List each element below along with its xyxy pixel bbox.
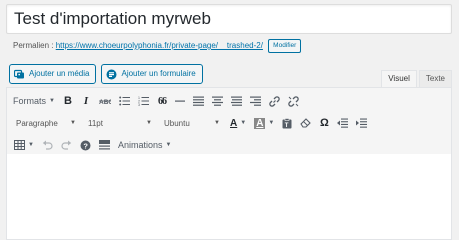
background-color-icon: A: [254, 117, 266, 129]
toolbar-row-1: Formats ▼ B I ABC 123 66: [11, 90, 447, 112]
paragraph-format-select[interactable]: Paragraphe ▼: [11, 114, 81, 132]
align-justify-button[interactable]: [228, 91, 245, 111]
chevron-down-icon: ▼: [146, 120, 152, 126]
editor-content-area[interactable]: [7, 154, 451, 239]
align-justify-icon: [230, 96, 242, 106]
link-icon: [269, 95, 280, 107]
italic-button[interactable]: I: [78, 91, 94, 111]
table-icon: [14, 140, 25, 150]
outdent-icon: [337, 118, 349, 128]
chevron-down-icon: ▼: [214, 120, 220, 126]
font-family-value: Ubuntu: [164, 118, 190, 128]
strikethrough-icon: ABC: [98, 99, 111, 106]
editor-toolbar: Formats ▼ B I ABC 123 66 Paragraphe ▼ 11…: [7, 88, 451, 159]
insert-link-button[interactable]: [266, 91, 283, 111]
redo-button[interactable]: [58, 135, 75, 155]
quote-icon: 66: [157, 95, 167, 107]
chevron-down-icon: ▼: [165, 142, 172, 148]
blockquote-button[interactable]: 66: [154, 91, 170, 111]
media-icon: [14, 69, 25, 80]
post-title-input[interactable]: Test d'importation myrweb: [6, 4, 452, 34]
font-family-select[interactable]: Ubuntu ▼: [159, 114, 225, 132]
kitchen-sink-icon: [98, 140, 110, 150]
chevron-down-icon: ▼: [240, 120, 247, 126]
bullet-list-icon: [119, 96, 130, 106]
add-media-button[interactable]: Ajouter un média: [9, 64, 97, 84]
svg-text:T: T: [285, 123, 289, 129]
table-button[interactable]: ▼: [11, 135, 37, 155]
font-color-button[interactable]: A ▼: [227, 113, 249, 133]
permalink-link[interactable]: https://www.choeurpolyphonia.fr/private-…: [56, 41, 263, 50]
editor-tabs: Visuel Texte: [381, 70, 452, 88]
svg-text:3: 3: [138, 103, 140, 106]
unlink-icon: [288, 95, 299, 107]
tab-text[interactable]: Texte: [418, 70, 452, 88]
paragraph-select-value: Paragraphe: [16, 118, 58, 128]
undo-button[interactable]: [39, 135, 56, 155]
permalink-row: Permalien : https://www.choeurpolyphonia…: [13, 38, 302, 54]
omega-icon: Ω: [319, 117, 329, 129]
remove-link-button[interactable]: [285, 91, 302, 111]
bullet-list-button[interactable]: [116, 91, 133, 111]
font-size-value: 11pt: [88, 118, 103, 128]
tab-visual[interactable]: Visuel: [381, 70, 417, 88]
horizontal-line-button[interactable]: [172, 91, 188, 111]
add-form-button[interactable]: Ajouter un formulaire: [101, 64, 203, 84]
align-right-button[interactable]: [247, 91, 264, 111]
bold-button[interactable]: B: [60, 91, 76, 111]
svg-text:?: ?: [83, 141, 88, 150]
redo-icon: [61, 140, 72, 150]
eraser-icon: [300, 118, 312, 128]
clear-formatting-button[interactable]: [297, 113, 314, 133]
paste-as-text-button[interactable]: T: [279, 113, 295, 133]
align-left-icon: [192, 96, 204, 106]
toolbar-row-2: Paragraphe ▼ 11pt ▼ Ubuntu ▼ A ▼ A ▼ T Ω: [11, 112, 447, 134]
editor-container: Formats ▼ B I ABC 123 66 Paragraphe ▼ 11…: [6, 87, 452, 240]
align-center-icon: [211, 96, 223, 106]
outdent-button[interactable]: [334, 113, 351, 133]
toolbar-toggle-button[interactable]: [96, 135, 113, 155]
chevron-down-icon: ▼: [268, 120, 275, 126]
add-form-label: Ajouter un formulaire: [121, 69, 196, 78]
undo-icon: [42, 140, 53, 150]
font-size-select[interactable]: 11pt ▼: [83, 114, 157, 132]
media-buttons: Ajouter un média Ajouter un formulaire: [9, 64, 203, 84]
toolbar-row-3: ▼ ? Animations ▼: [11, 134, 447, 156]
formats-dropdown[interactable]: Formats ▼: [11, 91, 58, 111]
font-color-icon: A: [230, 117, 238, 129]
paste-text-icon: T: [282, 117, 292, 129]
chevron-down-icon: ▼: [28, 142, 34, 148]
align-left-button[interactable]: [190, 91, 207, 111]
align-right-icon: [249, 96, 261, 106]
numbered-list-button[interactable]: 123: [135, 91, 152, 111]
indent-icon: [356, 118, 368, 128]
svg-text:ABC: ABC: [99, 99, 111, 106]
help-icon: ?: [80, 140, 91, 150]
horizontal-line-icon: [174, 100, 185, 102]
animations-dropdown[interactable]: Animations ▼: [115, 135, 174, 155]
align-center-button[interactable]: [209, 91, 226, 111]
animations-label: Animations: [117, 140, 163, 150]
numbered-list-icon: 123: [138, 96, 149, 106]
permalink-label: Permalien :: [13, 41, 54, 50]
edit-permalink-button[interactable]: Modifier: [268, 38, 302, 53]
chevron-down-icon: ▼: [70, 120, 76, 126]
indent-button[interactable]: [353, 113, 370, 133]
special-character-button[interactable]: Ω: [316, 113, 332, 133]
chevron-down-icon: ▼: [49, 98, 55, 104]
add-media-label: Ajouter un média: [29, 69, 90, 78]
background-color-button[interactable]: A ▼: [251, 113, 277, 133]
formats-label: Formats: [13, 96, 47, 106]
form-icon: [106, 69, 117, 80]
help-button[interactable]: ?: [77, 135, 94, 155]
strikethrough-button[interactable]: ABC: [96, 91, 114, 111]
